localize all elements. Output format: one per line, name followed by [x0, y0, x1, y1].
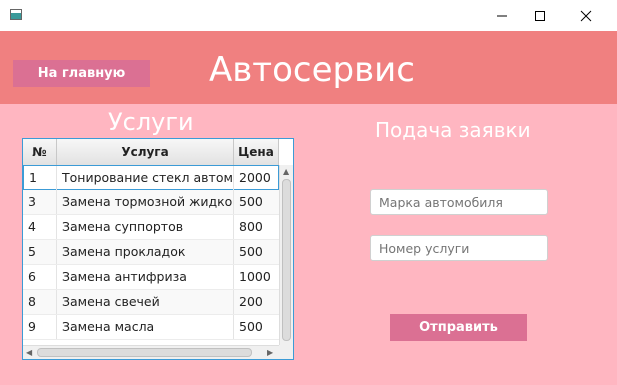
column-header-service[interactable]: Услуга [57, 139, 234, 165]
cell-number: 5 [23, 240, 57, 264]
cell-service: Замена масла [57, 315, 234, 339]
cell-price: 500 [239, 319, 263, 334]
submit-button[interactable]: Отправить [390, 314, 527, 341]
table-row[interactable]: 1 Тонирование стекл автомобиля 2000 [23, 165, 279, 190]
vertical-scrollbar[interactable]: ▲ [279, 165, 293, 345]
vertical-scroll-thumb[interactable] [282, 179, 291, 341]
close-button[interactable] [563, 0, 609, 31]
cell-number: 6 [23, 265, 57, 289]
table-row[interactable]: 6 Замена антифриза 1000 [23, 265, 279, 290]
cell-service: Замена прокладок [57, 240, 234, 264]
table-row[interactable]: 9 Замена масла 500 [23, 315, 279, 340]
cell-number: 8 [23, 290, 57, 314]
scroll-left-icon[interactable]: ◀ [26, 348, 32, 358]
table-row[interactable]: 4 Замена суппортов 800 [23, 215, 279, 240]
app-title: Автосервис [209, 50, 415, 90]
cell-price: 200 [239, 294, 263, 309]
scroll-corner [279, 345, 293, 359]
cell-service: Тонирование стекл автомобиля [57, 166, 234, 190]
cell-number: 3 [23, 190, 57, 214]
cell-service: Замена антифриза [57, 265, 234, 289]
home-button[interactable]: На главную [13, 60, 150, 87]
scroll-up-icon[interactable]: ▲ [283, 167, 289, 177]
services-title: Услуги [108, 108, 194, 136]
column-header-number[interactable]: № [23, 139, 57, 165]
services-table[interactable]: № Услуга Цена 1 Тонирование стекл автомо… [22, 138, 294, 360]
cell-number: 1 [24, 166, 57, 190]
cell-service: Замена тормозной жидкости [57, 190, 234, 214]
table-row[interactable]: 3 Замена тормозной жидкости 500 [23, 190, 279, 215]
cell-service: Замена суппортов [57, 215, 234, 239]
app-window-icon [10, 9, 22, 20]
service-number-input[interactable] [370, 235, 548, 261]
cell-price: 1000 [239, 269, 271, 284]
scroll-right-icon[interactable]: ▶ [267, 348, 273, 358]
horizontal-scroll-thumb[interactable] [37, 348, 252, 357]
minimize-icon [497, 15, 507, 16]
close-icon [580, 10, 592, 21]
cell-service: Замена свечей [57, 290, 234, 314]
request-title: Подача заявки [375, 118, 531, 142]
cell-price: 500 [239, 244, 263, 259]
cell-price: 800 [239, 219, 263, 234]
cell-price: 500 [239, 194, 263, 209]
car-brand-input[interactable] [370, 189, 548, 215]
table-row[interactable]: 5 Замена прокладок 500 [23, 240, 279, 265]
cell-number: 4 [23, 215, 57, 239]
cell-price: 2000 [239, 170, 271, 185]
column-header-price[interactable]: Цена [234, 139, 279, 165]
horizontal-scrollbar[interactable]: ◀ ▶ [23, 345, 279, 359]
table-row[interactable]: 8 Замена свечей 200 [23, 290, 279, 315]
maximize-icon [535, 10, 545, 21]
maximize-button[interactable] [517, 0, 563, 31]
title-bar [0, 0, 617, 31]
cell-number: 9 [23, 315, 57, 339]
table-header: № Услуга Цена [23, 139, 279, 166]
